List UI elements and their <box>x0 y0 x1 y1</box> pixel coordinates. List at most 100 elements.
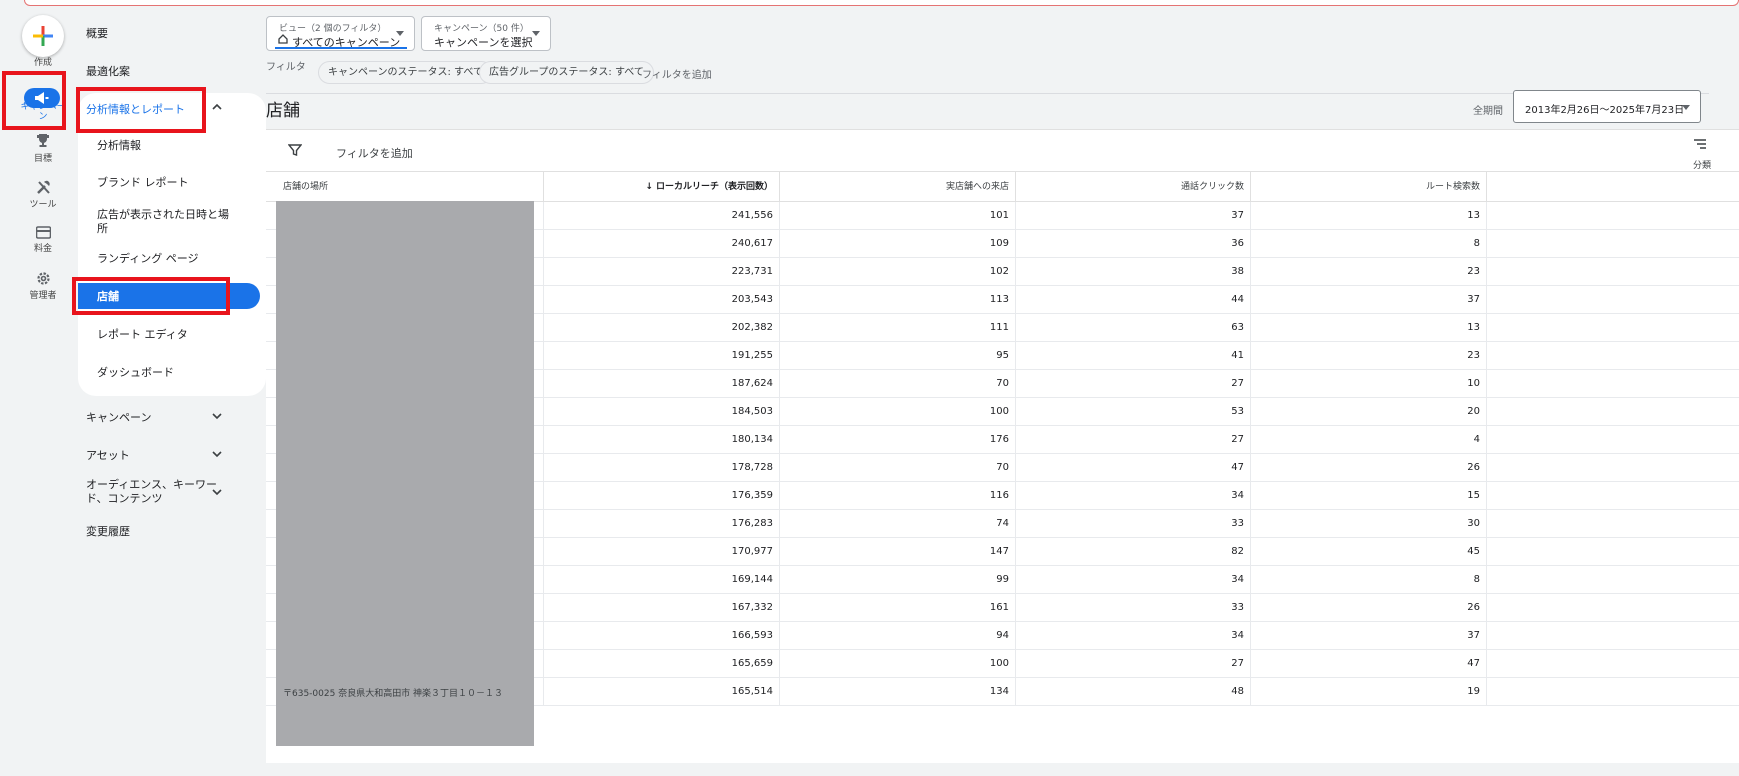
cell-visits: 70 <box>780 370 1016 398</box>
cell-calls: 53 <box>1016 398 1251 426</box>
cell-directions: 23 <box>1251 258 1487 286</box>
cell-calls: 48 <box>1016 678 1251 706</box>
plus-icon <box>33 26 53 46</box>
cell-directions: 8 <box>1251 566 1487 594</box>
table-add-filter[interactable]: フィルタを追加 <box>336 145 413 161</box>
filter-chip-campaign-status[interactable]: キャンペーンのステータス: すべて <box>318 61 493 84</box>
segment-icon[interactable] <box>1693 138 1707 150</box>
cell-directions: 26 <box>1251 594 1487 622</box>
cell-directions: 15 <box>1251 482 1487 510</box>
cell-visits: 176 <box>780 426 1016 454</box>
highlight-box-campaign <box>2 71 66 130</box>
nav-sub-when-where[interactable]: 広告が表示された日時と場 所 <box>97 208 229 236</box>
goals-label: 目標 <box>33 154 52 164</box>
cell-reach: 170,977 <box>544 538 780 566</box>
cell-visits: 95 <box>780 342 1016 370</box>
nav-sub-dashboards[interactable]: ダッシュボード <box>97 366 174 380</box>
cell-reach: 176,359 <box>544 482 780 510</box>
nav-campaigns[interactable]: キャンペーン <box>86 409 151 425</box>
cell-directions: 20 <box>1251 398 1487 426</box>
tools-icon <box>36 180 50 194</box>
add-filter-link[interactable]: フィルタを追加 <box>642 66 712 81</box>
cell-calls: 34 <box>1016 566 1251 594</box>
nav-audiences[interactable]: オーディエンス、キーワー ド、コンテンツ <box>86 478 217 506</box>
cell-visits: 102 <box>780 258 1016 286</box>
segment-label[interactable]: 分類 <box>1693 158 1711 171</box>
cell-calls: 47 <box>1016 454 1251 482</box>
filter-chip-adgroup-status[interactable]: 広告グループのステータス: すべて <box>479 61 654 84</box>
gear-icon <box>36 272 50 285</box>
main-content: ビュー（2 個のフィルタ） すべてのキャンペーン キャンペーン（50 件） キャ… <box>266 0 1739 776</box>
cell-visits: 100 <box>780 650 1016 678</box>
cell-calls: 63 <box>1016 314 1251 342</box>
cell-calls: 36 <box>1016 230 1251 258</box>
nav-change-history[interactable]: 変更履歴 <box>86 523 130 539</box>
campaign-dropdown[interactable]: キャンペーン（50 件） キャンペーンを選択 <box>421 16 551 51</box>
cell-visits: 111 <box>780 314 1016 342</box>
col-header-reach[interactable]: ↓ ローカルリーチ（表示回数） <box>544 172 780 202</box>
billing-nav-button[interactable]: 料金 <box>22 226 64 254</box>
header-divider <box>266 93 1709 94</box>
nav-assets[interactable]: アセット <box>86 447 130 463</box>
view-dropdown-caption: ビュー（2 個のフィルタ） <box>279 24 387 34</box>
highlight-box-insights <box>76 87 206 133</box>
cell-visits: 100 <box>780 398 1016 426</box>
campaign-dropdown-caption: キャンペーン（50 件） <box>434 24 529 34</box>
cell-calls: 27 <box>1016 426 1251 454</box>
nav-recommendations[interactable]: 最適化案 <box>86 63 130 79</box>
caret-down-icon <box>1682 105 1690 110</box>
cell-calls: 44 <box>1016 286 1251 314</box>
stores-table-card: フィルタを追加 分類 店舗の場所 ↓ ローカルリーチ（表示回数） 実店舗への来店… <box>266 129 1739 763</box>
table-header-row: 店舗の場所 ↓ ローカルリーチ（表示回数） 実店舗への来店 通話クリック数 ルー… <box>266 172 1739 202</box>
cell-directions: 8 <box>1251 230 1487 258</box>
redacted-location-block <box>276 201 534 746</box>
col-header-location[interactable]: 店舗の場所 <box>266 172 544 202</box>
nav-sub-landing-pages[interactable]: ランディング ページ <box>97 252 199 266</box>
cell-calls: 34 <box>1016 482 1251 510</box>
col-header-visits[interactable]: 実店舗への来店 <box>780 172 1016 202</box>
period-label: 全期間 <box>1473 106 1503 117</box>
col-header-directions[interactable]: ルート検索数 <box>1251 172 1487 202</box>
page-title: 店舗 <box>266 101 300 121</box>
cell-calls: 27 <box>1016 370 1251 398</box>
col-header-calls[interactable]: 通話クリック数 <box>1016 172 1251 202</box>
nav-overview[interactable]: 概要 <box>86 25 108 41</box>
cell-calls: 41 <box>1016 342 1251 370</box>
goals-nav-button[interactable]: 目標 <box>22 133 64 164</box>
cell-visits: 70 <box>780 454 1016 482</box>
home-icon <box>278 34 288 44</box>
chevron-down-icon[interactable] <box>211 410 223 422</box>
cell-visits: 134 <box>780 678 1016 706</box>
campaign-dropdown-value: キャンペーンを選択 <box>434 36 533 49</box>
cell-reach: 169,144 <box>544 566 780 594</box>
when-where-line1: 広告が表示された日時と場 <box>97 208 229 221</box>
tools-nav-button[interactable]: ツール <box>22 180 64 210</box>
cell-reach: 203,543 <box>544 286 780 314</box>
date-range-picker[interactable]: 2013年2月26日～2025年7月23日 <box>1513 90 1701 123</box>
cell-directions: 23 <box>1251 342 1487 370</box>
nav-sub-insights[interactable]: 分析情報 <box>97 139 141 153</box>
admin-nav-button[interactable]: 管理者 <box>22 271 64 301</box>
cell-visits: 94 <box>780 622 1016 650</box>
cell-calls: 33 <box>1016 510 1251 538</box>
cell-directions: 4 <box>1251 426 1487 454</box>
create-label: 作成 <box>33 58 52 68</box>
cell-reach: 191,255 <box>544 342 780 370</box>
create-button[interactable] <box>22 15 64 57</box>
admin-label: 管理者 <box>29 291 57 301</box>
chevron-up-icon[interactable] <box>211 101 223 113</box>
cell-directions: 47 <box>1251 650 1487 678</box>
chevron-down-icon[interactable] <box>211 448 223 460</box>
nav-sub-brand-report[interactable]: ブランド レポート <box>97 176 189 190</box>
view-dropdown[interactable]: ビュー（2 個のフィルタ） すべてのキャンペーン <box>266 16 415 51</box>
filter-icon[interactable] <box>288 143 302 157</box>
cell-calls: 27 <box>1016 650 1251 678</box>
cell-visits: 147 <box>780 538 1016 566</box>
nav-sub-report-editor[interactable]: レポート エディタ <box>97 328 188 342</box>
cell-directions: 19 <box>1251 678 1487 706</box>
chevron-down-icon[interactable] <box>211 486 223 498</box>
highlight-box-stores <box>72 277 230 315</box>
cell-directions: 37 <box>1251 622 1487 650</box>
cell-visits: 113 <box>780 286 1016 314</box>
cell-directions: 30 <box>1251 510 1487 538</box>
